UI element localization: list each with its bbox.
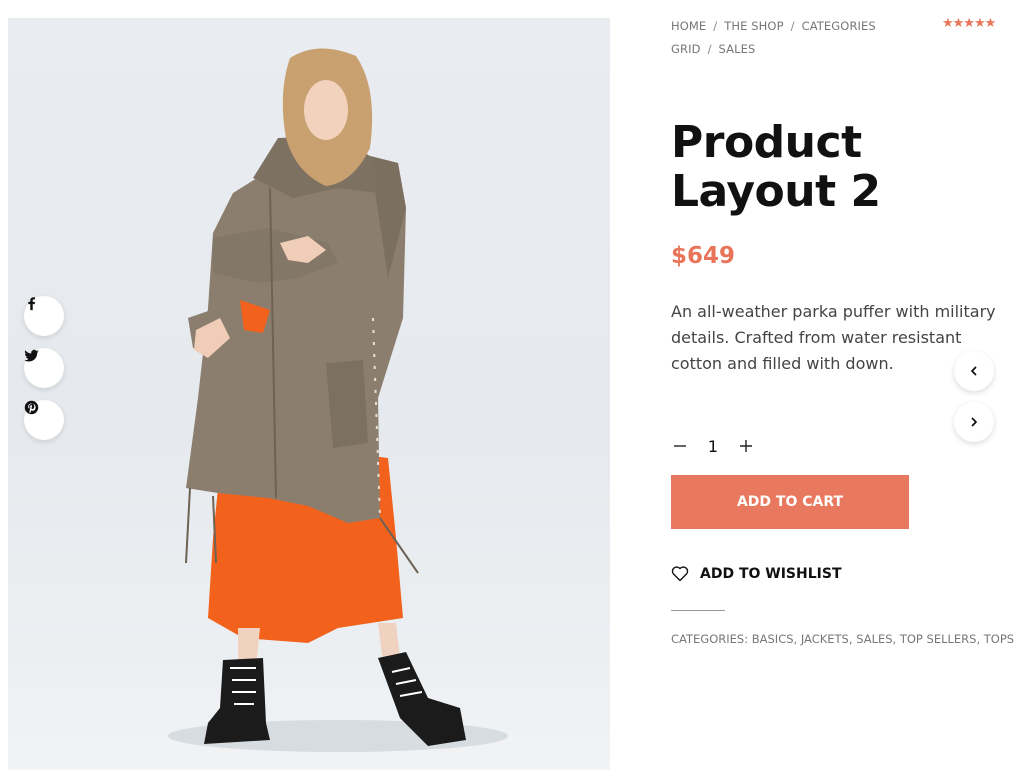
product-image bbox=[8, 18, 610, 770]
twitter-icon bbox=[24, 349, 39, 362]
add-to-wishlist-label: ADD TO WISHLIST bbox=[700, 565, 842, 582]
category-link[interactable]: Tops bbox=[984, 632, 1014, 646]
heart-icon bbox=[671, 566, 689, 582]
breadcrumb: Home / The Shop / Categories Grid / Sales bbox=[671, 15, 901, 61]
divider bbox=[671, 610, 725, 611]
facebook-share-button[interactable] bbox=[24, 296, 64, 336]
pinterest-share-button[interactable] bbox=[24, 400, 64, 440]
breadcrumb-categories[interactable]: Categories bbox=[802, 19, 876, 33]
product-price: $649 bbox=[671, 243, 736, 269]
chevron-right-icon bbox=[971, 417, 977, 427]
quantity-stepper bbox=[671, 432, 755, 460]
categories-label: Categories: bbox=[671, 632, 749, 646]
facebook-icon bbox=[28, 297, 36, 311]
product-categories: Categories: Basics, Jackets, Sales, Top … bbox=[671, 632, 1015, 646]
previous-product-button[interactable] bbox=[954, 351, 994, 391]
quantity-increase-button[interactable] bbox=[737, 437, 755, 455]
add-to-wishlist-link[interactable]: ADD TO WISHLIST bbox=[671, 565, 842, 582]
breadcrumb-separator: / bbox=[707, 42, 712, 56]
category-link[interactable]: Top Sellers bbox=[900, 632, 977, 646]
minus-icon bbox=[674, 445, 686, 447]
plus-icon bbox=[740, 440, 752, 452]
breadcrumb-sales[interactable]: Sales bbox=[719, 42, 756, 56]
breadcrumb-home[interactable]: Home bbox=[671, 19, 706, 33]
pinterest-icon bbox=[24, 400, 39, 415]
category-link[interactable]: Basics bbox=[752, 632, 794, 646]
product-title: Product Layout 2 bbox=[671, 117, 881, 217]
breadcrumb-separator: / bbox=[713, 19, 718, 33]
product-photo-illustration bbox=[168, 48, 508, 752]
next-product-button[interactable] bbox=[954, 402, 994, 442]
twitter-share-button[interactable] bbox=[24, 348, 64, 388]
breadcrumb-the-shop[interactable]: The Shop bbox=[724, 19, 783, 33]
category-link[interactable]: Sales bbox=[856, 632, 892, 646]
chevron-left-icon bbox=[971, 366, 977, 376]
quantity-input[interactable] bbox=[689, 436, 737, 456]
category-link[interactable]: Jackets bbox=[801, 632, 849, 646]
star-rating[interactable]: ★★★★★ bbox=[942, 15, 996, 31]
breadcrumb-grid[interactable]: Grid bbox=[671, 42, 701, 56]
add-to-cart-button[interactable]: ADD TO CART bbox=[671, 475, 909, 529]
quantity-decrease-button[interactable] bbox=[671, 437, 689, 455]
breadcrumb-separator: / bbox=[790, 19, 795, 33]
